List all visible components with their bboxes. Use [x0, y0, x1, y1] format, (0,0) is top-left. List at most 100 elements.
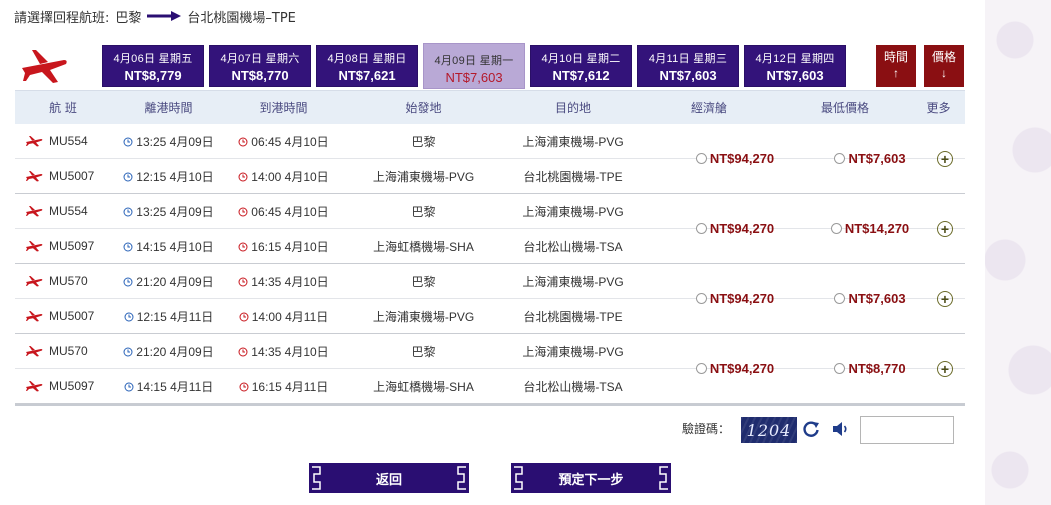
arrival-clock-icon [238, 206, 248, 217]
economy-radio[interactable] [695, 153, 707, 164]
col-more: 更多 [926, 101, 951, 115]
date-tab[interactable]: 4月07日 星期六 NT$8,770 [209, 45, 311, 87]
arrival-time: 14:00 4月11日 [251, 309, 329, 324]
sort-price-label: 價格 [931, 50, 956, 64]
arrival-time: 16:15 4月10日 [251, 239, 329, 254]
speaker-icon[interactable] [832, 421, 850, 437]
departure-cell: 14:15 4月10日 [111, 238, 226, 255]
button-right-ornament [455, 463, 469, 493]
arrival-time: 14:35 4月10日 [251, 274, 329, 289]
origin-airport: 巴黎 [411, 204, 436, 219]
sort-by-price-button[interactable]: 價格 ↓ [924, 45, 964, 87]
date-tab[interactable]: 4月06日 星期五 NT$8,779 [102, 45, 204, 87]
lowest-price-radio[interactable] [834, 293, 846, 304]
captcha-image: 1204 [741, 417, 797, 443]
arrival-cell: 06:45 4月10日 [226, 133, 341, 150]
arrival-cell: 14:35 4月10日 [226, 343, 341, 360]
plus-circle-icon[interactable]: + [937, 360, 953, 377]
arrival-cell: 16:15 4月10日 [226, 238, 341, 255]
lowest-price-option[interactable]: NT$7,603 [805, 264, 935, 333]
lowest-price-option[interactable]: NT$8,770 [805, 334, 935, 403]
departure-clock-icon [123, 276, 133, 287]
more-details-button[interactable]: + [933, 194, 957, 263]
economy-price-option[interactable]: NT$94,270 [670, 264, 800, 333]
col-arrival: 到港時間 [259, 101, 308, 115]
route-origin: 巴黎 [115, 10, 142, 26]
departure-time: 14:15 4月11日 [136, 379, 214, 394]
economy-radio[interactable] [695, 223, 707, 234]
economy-price-option[interactable]: NT$94,270 [670, 194, 800, 263]
date-tab[interactable]: 4月08日 星期日 NT$7,621 [316, 45, 418, 87]
origin-airport: 巴黎 [411, 344, 436, 359]
lowest-price: NT$7,603 [848, 151, 906, 166]
date-tab[interactable]: 4月10日 星期二 NT$7,612 [530, 45, 632, 87]
departure-clock-icon [123, 136, 133, 147]
sort-by-time-button[interactable]: 時間 ↑ [876, 45, 916, 87]
date-tab-price: NT$7,612 [552, 68, 610, 83]
date-tab-price: NT$8,779 [124, 68, 182, 83]
departure-time: 21:20 4月09日 [136, 274, 214, 289]
decorative-pattern [985, 0, 1051, 505]
plus-circle-icon[interactable]: + [937, 150, 953, 167]
date-tab[interactable]: 4月09日 星期一 NT$7,603 [423, 43, 525, 89]
airline-logo-icon [25, 205, 43, 217]
back-label: 返回 [375, 471, 402, 487]
departure-clock-icon [123, 206, 133, 217]
back-button[interactable]: 返回 [309, 463, 469, 493]
origin-airport: 上海浦東機場-PVG [372, 169, 475, 184]
arrival-clock-icon [238, 241, 248, 252]
captcha-input[interactable] [860, 416, 954, 444]
flight-option: MU570 21:20 4月09日 14:35 4月10日 巴黎 上海浦東機場-PVG M… [15, 334, 965, 404]
lowest-price-option[interactable]: NT$7,603 [805, 124, 935, 193]
plus-circle-icon[interactable]: + [937, 220, 953, 237]
destination-airport: 台北桃園機場-TPE [523, 309, 623, 324]
date-tab-price: NT$8,770 [231, 68, 289, 83]
arrival-time: 16:15 4月11日 [251, 379, 329, 394]
airline-logo-icon [25, 345, 43, 357]
col-departure: 離港時間 [144, 101, 193, 115]
col-flight: 航 班 [49, 101, 77, 115]
more-details-button[interactable]: + [933, 124, 957, 193]
airline-logo-icon [25, 310, 43, 322]
flight-cell: MU5097 [15, 379, 111, 393]
date-tab-price: NT$7,621 [338, 68, 396, 83]
refresh-icon[interactable] [802, 420, 820, 438]
next-step-button[interactable]: 預定下一步 [511, 463, 671, 493]
lowest-price-option[interactable]: NT$14,270 [805, 194, 935, 263]
date-tab-date: 4月11日 星期三 [648, 53, 728, 65]
economy-price-option[interactable]: NT$94,270 [670, 334, 800, 403]
arrival-cell: 14:00 4月10日 [226, 168, 341, 185]
departure-time: 14:15 4月10日 [136, 239, 214, 254]
arrival-clock-icon [238, 136, 248, 147]
date-tab[interactable]: 4月11日 星期三 NT$7,603 [637, 45, 739, 87]
economy-price: NT$94,270 [709, 151, 775, 166]
destination-airport: 上海浦東機場-PVG [522, 204, 624, 219]
route-prompt: 請選擇回程航班: [14, 10, 110, 26]
flight-cell: MU554 [15, 204, 111, 218]
departure-clock-icon [124, 381, 134, 392]
origin-airport: 上海虹橋機場-SHA [373, 379, 474, 394]
col-to: 目的地 [554, 101, 591, 115]
destination-airport: 上海浦東機場-PVG [522, 274, 624, 289]
next-step-label: 預定下一步 [558, 471, 624, 487]
flight-option: MU554 13:25 4月09日 06:45 4月10日 巴黎 上海浦東機場-PVG M… [15, 194, 965, 264]
plus-circle-icon[interactable]: + [937, 290, 953, 307]
lowest-price-radio[interactable] [830, 223, 842, 234]
date-tab-date: 4月12日 星期四 [755, 53, 835, 65]
economy-radio[interactable] [695, 363, 707, 374]
more-details-button[interactable]: + [933, 334, 957, 403]
more-details-button[interactable]: + [933, 264, 957, 333]
arrival-clock-icon [239, 311, 249, 322]
flight-option: MU570 21:20 4月09日 14:35 4月10日 巴黎 上海浦東機場-PVG M… [15, 264, 965, 334]
economy-price-option[interactable]: NT$94,270 [670, 124, 800, 193]
flight-cell: MU554 [15, 134, 111, 148]
origin-airport: 上海浦東機場-PVG [372, 309, 475, 324]
departure-cell: 21:20 4月09日 [111, 273, 226, 290]
lowest-price-radio[interactable] [834, 363, 846, 374]
arrival-time: 06:45 4月10日 [251, 134, 329, 149]
date-tab[interactable]: 4月12日 星期四 NT$7,603 [744, 45, 846, 87]
lowest-price-radio[interactable] [834, 153, 846, 164]
origin-airport: 上海虹橋機場-SHA [373, 239, 474, 254]
economy-radio[interactable] [695, 293, 707, 304]
flight-number: MU5007 [49, 169, 95, 183]
